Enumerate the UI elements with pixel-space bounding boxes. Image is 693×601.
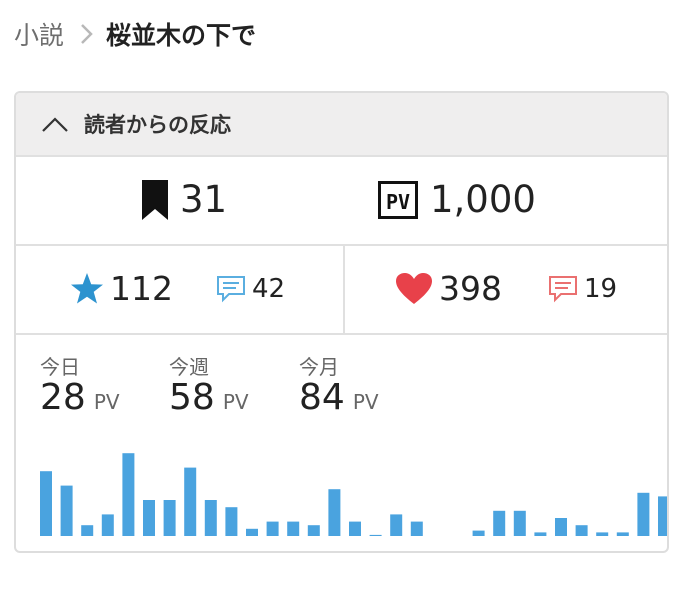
star-comments[interactable]: 42	[216, 244, 285, 333]
star-comment-count: 42	[252, 273, 286, 304]
stat-today-value: 28	[40, 377, 86, 418]
pv-bar	[266, 521, 279, 536]
pv-bar	[534, 532, 547, 536]
reactions-divider	[343, 244, 345, 333]
heart-reaction: 398	[395, 244, 502, 333]
bookmark-count: 31	[180, 178, 228, 221]
breadcrumb: 小説 桜並木の下で	[14, 14, 256, 54]
pv-bar	[225, 507, 238, 536]
star-count: 112	[110, 269, 173, 308]
stat-week-value: 58	[169, 377, 215, 418]
stat-week-label: 今週	[169, 355, 209, 379]
pv-bar	[122, 453, 135, 536]
panel-title: 読者からの反応	[84, 113, 231, 137]
reactions-panel-toggle[interactable]: 読者からの反応	[16, 93, 667, 157]
star-icon	[71, 272, 103, 303]
pv-bar	[513, 510, 526, 536]
stat-month-value: 84	[299, 377, 345, 418]
reactions-panel: 読者からの反応 31 PV 1,000 112 42 398 19 今日 28 …	[14, 91, 669, 553]
stat-month-label: 今月	[299, 355, 339, 379]
comment-icon	[217, 275, 245, 302]
pv-bar	[349, 521, 361, 536]
star-reaction: 112	[70, 244, 173, 333]
pv-bar	[493, 510, 506, 536]
pv-bar	[246, 528, 258, 536]
breadcrumb-root-link[interactable]: 小説	[14, 16, 64, 52]
pv-bar	[555, 518, 567, 536]
heart-count: 398	[439, 269, 502, 308]
totals-row: 31 PV 1,000	[16, 155, 667, 246]
pv-bar	[60, 485, 73, 536]
stat-today-unit: PV	[93, 390, 120, 414]
pv-bar	[287, 521, 300, 536]
heart-comment-count: 19	[584, 273, 618, 304]
pv-total-count: 1,000	[430, 178, 536, 221]
comment-icon	[549, 275, 577, 302]
stat-month-unit: PV	[352, 390, 379, 414]
pv-bar	[143, 500, 155, 536]
pv-bar	[163, 500, 176, 536]
pv-bar	[328, 489, 341, 536]
pv-bar	[204, 500, 217, 536]
pv-icon: PV	[378, 180, 418, 219]
chevron-right-icon	[81, 24, 93, 44]
bookmark-total: 31	[142, 155, 227, 244]
heart-icon	[396, 272, 432, 304]
pv-badge-text: PV	[386, 190, 410, 214]
pv-bar	[369, 534, 382, 536]
pv-bar	[40, 471, 52, 536]
stat-today: 今日 28 PV	[40, 351, 120, 418]
pv-bar	[184, 467, 197, 536]
bookmark-icon	[142, 179, 168, 220]
pv-bar	[390, 514, 403, 536]
chevron-up-icon	[42, 117, 68, 132]
pv-bar	[637, 492, 650, 536]
pv-bar	[575, 525, 588, 536]
pv-bar	[472, 530, 485, 536]
stat-week-unit: PV	[222, 390, 249, 414]
pv-bar-chart	[40, 453, 667, 536]
page-title: 桜並木の下で	[106, 21, 257, 50]
pv-total: PV 1,000	[378, 155, 536, 244]
pv-bar	[658, 496, 667, 536]
pv-bar	[307, 525, 320, 536]
stat-today-label: 今日	[40, 355, 80, 379]
pv-bar	[410, 521, 423, 536]
stat-month: 今月 84 PV	[299, 351, 379, 418]
heart-comments[interactable]: 19	[548, 244, 617, 333]
pv-bar	[101, 514, 114, 536]
stat-week: 今週 58 PV	[169, 351, 249, 418]
pv-bar	[616, 532, 629, 536]
pv-bar	[81, 525, 94, 536]
pv-bar	[596, 532, 609, 536]
reactions-row: 112 42 398 19	[16, 244, 667, 335]
